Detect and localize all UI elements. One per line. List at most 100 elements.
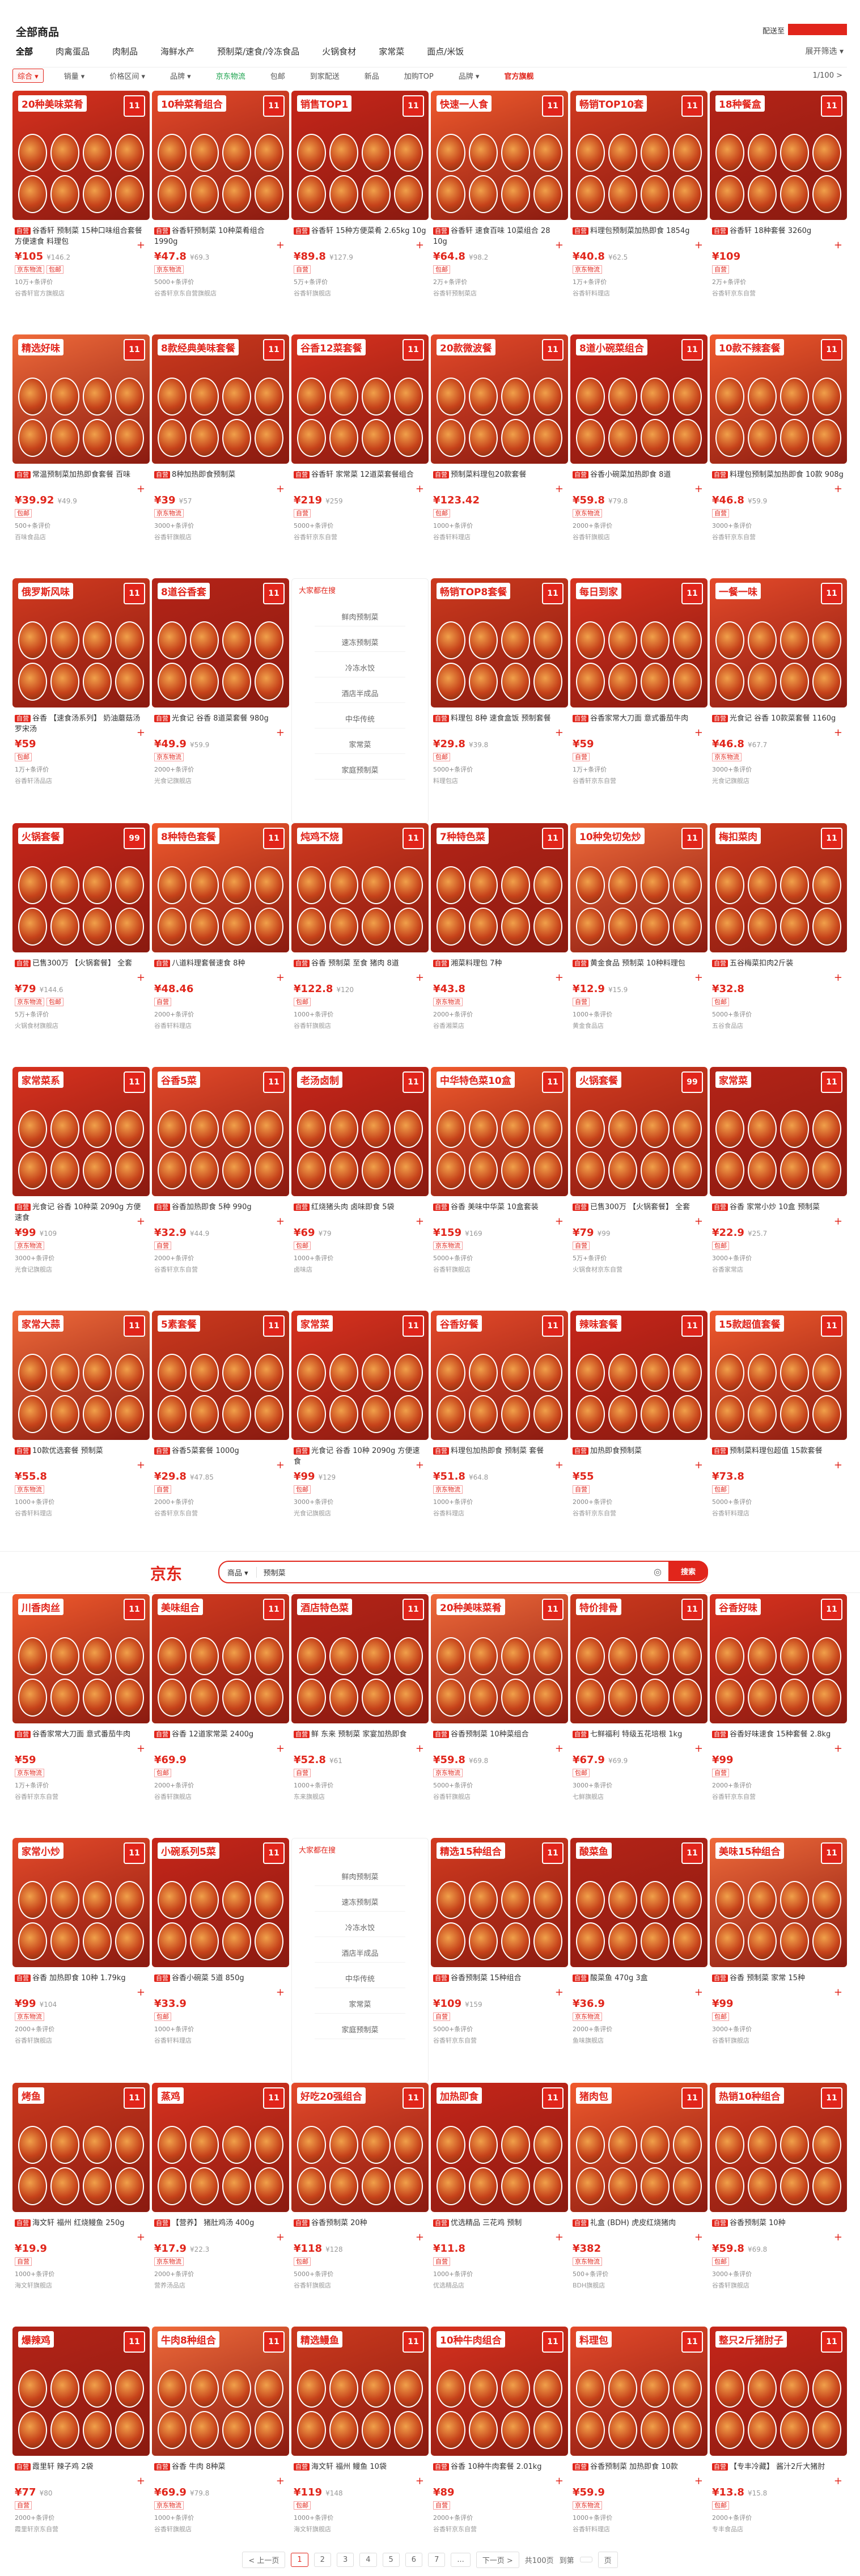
add-to-cart-icon[interactable]: +: [137, 1459, 145, 1471]
hot-search-item[interactable]: 家常菜: [315, 1994, 405, 2014]
review-count[interactable]: 1000+条评价: [433, 521, 566, 530]
category-tab[interactable]: 肉禽蛋品: [56, 45, 90, 57]
page-number[interactable]: 6: [405, 2552, 423, 2567]
add-to-cart-icon[interactable]: +: [276, 972, 285, 984]
add-to-cart-icon[interactable]: +: [416, 1743, 424, 1755]
product-card[interactable]: 10种菜肴组合 11 自营 谷香轩预制菜 10种菜肴组合1990g ¥47.8 ¥69.3…: [152, 91, 289, 334]
product-image[interactable]: 精选鳗鱼 11: [291, 2327, 429, 2456]
add-to-cart-icon[interactable]: +: [555, 1459, 564, 1471]
hot-search-item[interactable]: 中华传统: [315, 1968, 405, 1988]
shop-name[interactable]: 东来旗舰店: [294, 1792, 426, 1801]
add-to-cart-icon[interactable]: +: [137, 2475, 145, 2487]
product-image[interactable]: 10种菜肴组合 11: [152, 91, 289, 220]
shop-name[interactable]: 谷香轩预制菜店: [433, 289, 566, 298]
filter-option[interactable]: 品牌 ▾: [454, 69, 484, 82]
add-to-cart-icon[interactable]: +: [555, 239, 564, 251]
shop-name[interactable]: 谷香轩京东自营: [712, 532, 845, 541]
review-count[interactable]: 1000+条评价: [15, 1497, 147, 1506]
review-count[interactable]: 3000+条评价: [573, 1781, 705, 1790]
product-image[interactable]: 畅销TOP8套餐 11: [431, 578, 568, 707]
review-count[interactable]: 10万+条评价: [15, 277, 147, 286]
product-image[interactable]: 特价排骨 11: [570, 1594, 708, 1723]
hot-search-item[interactable]: 中华传统: [315, 709, 405, 728]
hot-search-item[interactable]: 酒店半成品: [315, 1943, 405, 1963]
shop-name[interactable]: 谷香轩旗舰店: [294, 289, 426, 298]
shop-name[interactable]: 谷香轩京东自营: [433, 2036, 566, 2045]
product-image[interactable]: 快速一人食 11: [431, 91, 568, 220]
product-name[interactable]: 自营 谷香预制菜 10种菜组合: [433, 1729, 566, 1751]
page-number[interactable]: ...: [451, 2552, 471, 2567]
product-image[interactable]: 加热即食 11: [431, 2083, 568, 2212]
hot-search-item[interactable]: 速冻预制菜: [315, 1892, 405, 1912]
product-card[interactable]: 谷香12菜套餐 11 自营 谷香轩 家常菜 12道菜套餐组合 ¥219 ¥259 自营 500…: [291, 334, 429, 578]
product-image[interactable]: 家常大蒜 11: [12, 1311, 150, 1440]
product-card[interactable]: 精选好味 11 自营 常温预制菜加热即食套餐 百味 ¥39.92 ¥49.9 包邮 500+条…: [12, 334, 150, 578]
add-to-cart-icon[interactable]: +: [276, 239, 285, 251]
product-name[interactable]: 自营 光食记 谷香 10种 2090g 方便速食: [294, 1446, 426, 1467]
review-count[interactable]: 1000+条评价: [294, 1781, 426, 1790]
product-card[interactable]: 15款超值套餐 11 自营 预制菜料理包超值 15款套餐 ¥73.8 包邮 5000+条评价…: [710, 1311, 847, 1554]
product-image[interactable]: 谷香好餐 11: [431, 1311, 568, 1440]
add-to-cart-icon[interactable]: +: [276, 1986, 285, 1998]
delivery-location[interactable]: 配送至: [762, 25, 785, 36]
add-to-cart-icon[interactable]: +: [834, 239, 842, 251]
review-count[interactable]: 1000+条评价: [294, 2513, 426, 2522]
product-name[interactable]: 自营 8种加热即食预制菜: [154, 469, 287, 491]
product-image[interactable]: 5素套餐 11: [152, 1311, 289, 1440]
product-card[interactable]: 火锅套餐 99 自营 已售300万 【火锅套餐】 全套 ¥79 ¥99 自营 5万+条评价 火锅…: [570, 1067, 708, 1311]
product-card[interactable]: 10种免切免炒 11 自营 黄金食品 预制菜 10种料理包 ¥12.9 ¥15.9 自营 10…: [570, 823, 708, 1067]
add-to-cart-icon[interactable]: +: [137, 1986, 145, 1998]
add-to-cart-icon[interactable]: +: [276, 483, 285, 495]
review-count[interactable]: 3000+条评价: [15, 1253, 147, 1262]
hot-search-item[interactable]: 冷冻水饺: [315, 658, 405, 677]
product-card[interactable]: 俄罗斯风味 11 自营 谷香 【速食汤系列】 奶油蘑菇汤 罗宋汤 ¥59 包邮 1万+条评价…: [12, 578, 150, 822]
expand-filter[interactable]: 展开筛选 ▾: [806, 45, 844, 57]
product-image[interactable]: 川香肉丝 11: [12, 1594, 150, 1723]
add-to-cart-icon[interactable]: +: [416, 1215, 424, 1227]
shop-name[interactable]: 谷香轩京东自营: [154, 1509, 287, 1518]
shop-name[interactable]: 谷香轩料理店: [573, 2524, 705, 2533]
add-to-cart-icon[interactable]: +: [834, 727, 842, 739]
shop-name[interactable]: 谷香轩料理店: [154, 2036, 287, 2045]
product-card[interactable]: 牛肉8种组合 11 自营 谷香 牛肉 8种菜 ¥69.9 ¥79.8 京东物流 1000+条评…: [152, 2327, 289, 2570]
product-name[interactable]: 自营 黄金食品 预制菜 10种料理包: [573, 958, 705, 980]
add-to-cart-icon[interactable]: +: [276, 1459, 285, 1471]
product-card[interactable]: 川香肉丝 11 自营 谷香家常大刀面 意式番茄牛肉 ¥59 京东物流 1万+条评价 谷香轩京东…: [12, 1594, 150, 1838]
category-tab[interactable]: 海鲜水产: [160, 45, 194, 57]
product-image[interactable]: 谷香好味 11: [710, 1594, 847, 1723]
add-to-cart-icon[interactable]: +: [416, 972, 424, 984]
product-name[interactable]: 自营 谷香小碗菜 5道 850g: [154, 1973, 287, 1994]
product-card[interactable]: 好吃20强组合 11 自营 谷香预制菜 20种 ¥118 ¥128 包邮 5000+条评价 谷香…: [291, 2083, 429, 2327]
product-card[interactable]: 中华特色菜10盒 11 自营 谷香 美味中华菜 10盒套装 ¥159 ¥169 京东物流 50…: [431, 1067, 568, 1311]
add-to-cart-icon[interactable]: +: [694, 483, 703, 495]
product-name[interactable]: 自营 谷香预制菜 20种: [294, 2218, 426, 2239]
product-card[interactable]: 美味15种组合 11 自营 谷香 预制菜 家常 15种 ¥99 包邮 3000+条评价 谷香轩…: [710, 1838, 847, 2082]
jd-logo[interactable]: 京东: [150, 1562, 182, 1584]
add-to-cart-icon[interactable]: +: [555, 1215, 564, 1227]
product-image[interactable]: 好吃20强组合 11: [291, 2083, 429, 2212]
product-image[interactable]: 8款经典美味套餐 11: [152, 334, 289, 464]
add-to-cart-icon[interactable]: +: [137, 727, 145, 739]
next-page-button[interactable]: 下一页 >: [476, 2551, 519, 2568]
add-to-cart-icon[interactable]: +: [276, 2475, 285, 2487]
product-name[interactable]: 自营鲜 东来 预制菜 家宴加热即食: [294, 1729, 426, 1751]
review-count[interactable]: 2000+条评价: [154, 2269, 287, 2278]
shop-name[interactable]: 谷香轩旗舰店: [15, 2036, 147, 2045]
review-count[interactable]: 2万+条评价: [433, 277, 566, 286]
review-count[interactable]: 5000+条评价: [712, 1497, 845, 1506]
shop-name[interactable]: 谷香轩京东自营: [15, 1792, 147, 1801]
review-count[interactable]: 2000+条评价: [433, 1010, 566, 1019]
add-to-cart-icon[interactable]: +: [416, 483, 424, 495]
review-count[interactable]: 3000+条评价: [154, 521, 287, 530]
product-card[interactable]: 10款不辣套餐 11 自营 料理包预制菜加热即食 10款 908g ¥46.8 ¥59.9…: [710, 334, 847, 578]
product-name[interactable]: 自营 谷香小碗菜加热即食 8道: [573, 469, 705, 491]
shop-name[interactable]: 火锅食材旗舰店: [15, 1021, 147, 1030]
product-card[interactable]: 谷香5菜 11 自营 谷香加热即食 5种 990g ¥32.9 ¥44.9 自营 2000+条…: [152, 1067, 289, 1311]
product-card[interactable]: 20种美味菜肴 11 自营 谷香预制菜 10种菜组合 ¥59.8 ¥69.8 京东物流 500…: [431, 1594, 568, 1838]
product-card[interactable]: 烤鱼 11 自营 海文轩 福州 红烧鳗鱼 250g ¥19.9 自营 1000+条评价 海文轩…: [12, 2083, 150, 2327]
shop-name[interactable]: 谷香轩京东自营: [433, 2524, 566, 2533]
search-box[interactable]: 商品 ▾ 预制菜 ◎ 搜索: [218, 1561, 708, 1583]
product-card[interactable]: 热销10种组合 11 自营 谷香预制菜 10种 ¥59.8 ¥69.8 包邮 3000+条评价…: [710, 2083, 847, 2327]
product-card[interactable]: 家常小炒 11 自营 谷香 加热即食 10种 1.79kg ¥99 ¥104 京东物流 200…: [12, 1838, 150, 2082]
review-count[interactable]: 2000+条评价: [573, 521, 705, 530]
